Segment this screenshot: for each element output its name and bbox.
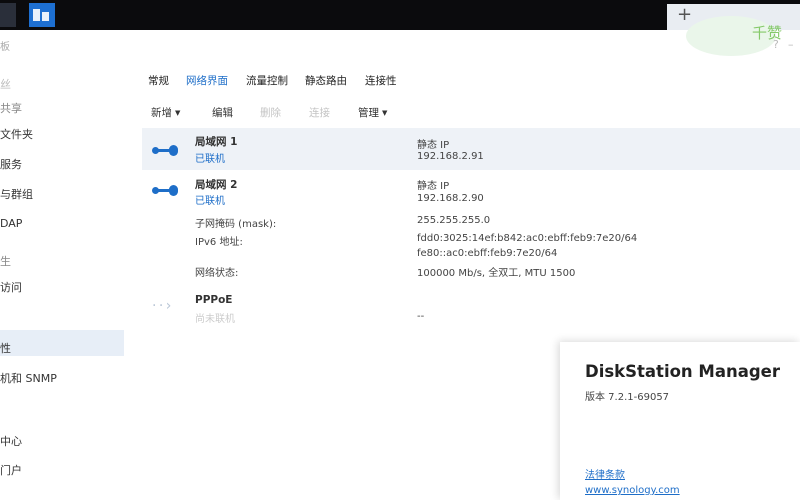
ip-type: 静态 IP bbox=[417, 181, 450, 192]
interface-name: PPPoE bbox=[195, 294, 233, 306]
interface-row-lan1[interactable]: 局域网 1 已联机 静态 IP 192.168.2.91 bbox=[142, 128, 800, 170]
sidebar-item-login-portal[interactable]: 门户 bbox=[0, 462, 22, 478]
ipv6-label: IPv6 地址: bbox=[195, 237, 243, 248]
interface-name: 局域网 1 bbox=[195, 136, 238, 148]
tab-network-interface[interactable]: 网络界面 bbox=[186, 73, 228, 88]
connect-button[interactable]: 连接 bbox=[309, 105, 330, 120]
chevron-down-icon: ▼ bbox=[175, 109, 181, 117]
interface-status: 已联机 bbox=[195, 196, 225, 207]
tab-general[interactable]: 常规 bbox=[148, 73, 169, 88]
create-label: 新增 bbox=[151, 107, 172, 119]
sidebar-item-security[interactable]: 性 bbox=[0, 340, 11, 356]
interface-row-pppoe[interactable]: · · › PPPoE 尚未联机 -- bbox=[142, 292, 800, 326]
help-icon[interactable]: ? bbox=[773, 38, 779, 51]
edit-button[interactable]: 编辑 bbox=[212, 105, 233, 120]
main-menu-icon[interactable] bbox=[29, 3, 55, 27]
ip-address: 192.168.2.90 bbox=[417, 193, 484, 204]
product-title: DiskStation Manager bbox=[585, 362, 780, 381]
subnet-mask-value: 255.255.255.0 bbox=[417, 215, 491, 226]
interface-status: 已联机 bbox=[195, 154, 225, 165]
manage-label: 管理 bbox=[358, 107, 379, 119]
taskbar: + bbox=[0, 0, 800, 30]
website-link[interactable]: www.synology.com bbox=[585, 485, 680, 496]
minimize-icon[interactable]: – bbox=[788, 38, 794, 51]
sidebar-item-external-access[interactable]: 访问 bbox=[0, 279, 22, 295]
network-connected-icon bbox=[152, 184, 180, 196]
ip-type: 静态 IP bbox=[417, 140, 450, 151]
sidebar-group-connectivity: 生 bbox=[0, 255, 11, 268]
ipv6-value-2: fe80::ac0:ebff:feb9:7e20/64 bbox=[417, 248, 558, 259]
add-widget-icon[interactable]: + bbox=[677, 5, 692, 25]
sidebar-item-search[interactable]: 丝 bbox=[0, 76, 11, 92]
network-state-value: 100000 Mb/s, 全双工, MTU 1500 bbox=[417, 268, 576, 279]
sidebar-item-ldap[interactable]: DAP bbox=[0, 217, 22, 230]
network-connected-icon bbox=[152, 144, 180, 156]
tab-traffic-control[interactable]: 流量控制 bbox=[246, 73, 288, 88]
tab-static-route[interactable]: 静态路由 bbox=[305, 73, 347, 88]
sidebar-group-share: 共享 bbox=[0, 102, 22, 115]
create-button[interactable]: 新增 ▼ bbox=[151, 105, 180, 120]
sidebar-item-file-services[interactable]: 服务 bbox=[0, 156, 22, 172]
ip-address: 192.168.2.91 bbox=[417, 151, 484, 162]
manage-button[interactable]: 管理 ▼ bbox=[358, 105, 387, 120]
pppoe-value: -- bbox=[417, 311, 425, 322]
about-dialog: DiskStation Manager 版本 7.2.1-69057 法律条款 … bbox=[560, 342, 800, 500]
tab-connectivity[interactable]: 连接性 bbox=[365, 73, 397, 88]
sidebar-item-terminal-snmp[interactable]: 机和 SNMP bbox=[0, 370, 57, 386]
taskbar-left-button[interactable] bbox=[0, 3, 16, 27]
subnet-mask-label: 子网掩码 (mask): bbox=[195, 219, 277, 230]
network-state-label: 网络状态: bbox=[195, 268, 239, 279]
interface-name: 局域网 2 bbox=[195, 179, 238, 191]
interface-status: 尚未联机 bbox=[195, 314, 235, 325]
legal-terms-link[interactable]: 法律条款 bbox=[585, 466, 625, 481]
delete-button[interactable]: 删除 bbox=[260, 105, 281, 120]
sidebar-item-user-group[interactable]: 与群组 bbox=[0, 186, 33, 202]
ipv6-value-1: fdd0:3025:14ef:b842:ac0:ebff:feb9:7e20/6… bbox=[417, 233, 638, 244]
sidebar-item-info-center[interactable]: 中心 bbox=[0, 433, 22, 449]
network-disconnected-icon: · · › bbox=[152, 298, 171, 314]
chevron-down-icon: ▼ bbox=[382, 109, 388, 117]
sidebar-item-shared-folder[interactable]: 文件夹 bbox=[0, 126, 33, 142]
version-text: 版本 7.2.1-69057 bbox=[585, 392, 670, 403]
sidebar-selected-highlight bbox=[0, 330, 124, 356]
sidebar: 丝 共享 文件夹 服务 与群组 DAP 生 访问 性 机和 SNMP 中心 门户 bbox=[0, 30, 128, 500]
